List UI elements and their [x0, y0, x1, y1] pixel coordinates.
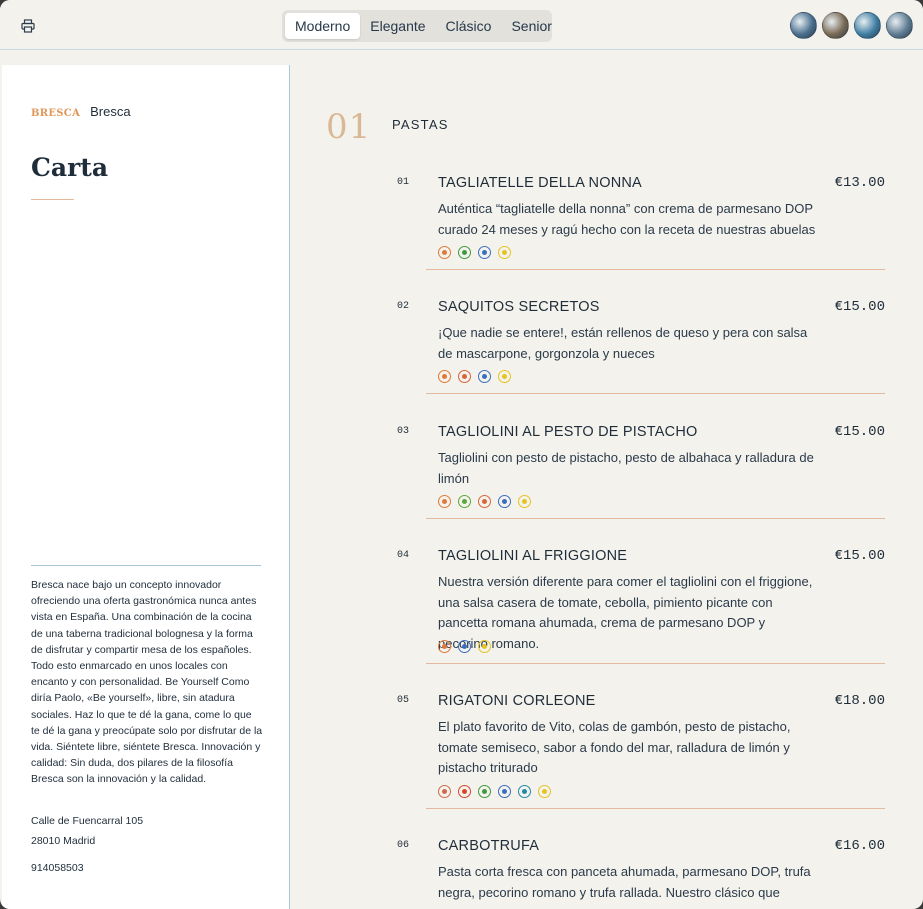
allergen-icons: [438, 370, 511, 383]
sidebar: BRESCA Bresca Carta Bresca nace bajo un …: [2, 65, 290, 909]
item-price: €18.00: [834, 693, 885, 709]
item-divider: [426, 662, 885, 664]
tab-moderno[interactable]: Moderno: [285, 13, 361, 39]
item-description: ¡Que nadie se entere!, están rellenos de…: [438, 325, 808, 361]
allergen-icon: [458, 784, 471, 798]
item-number: 05: [397, 695, 410, 706]
item-description: Nuestra versión diferente para comer el …: [438, 574, 813, 651]
item-description: Auténtica “tagliatelle della nonna” con …: [438, 201, 816, 237]
allergen-icons: [438, 639, 491, 653]
allergen-icon: [498, 246, 511, 259]
theme-swatch-4[interactable]: [886, 12, 913, 39]
allergen-icon: [518, 784, 531, 798]
printer-icon: [21, 19, 35, 33]
item-name: TAGLIOLINI AL PESTO DE PISTACHO: [438, 424, 698, 440]
title-divider: [31, 199, 74, 200]
brand-logo: BRESCA: [31, 108, 81, 119]
print-button[interactable]: [16, 15, 40, 37]
item-divider: [426, 518, 885, 519]
theme-swatch-2[interactable]: [822, 12, 849, 39]
item-number: 01: [397, 177, 410, 188]
allergen-icon: [478, 639, 491, 653]
item-number: 04: [397, 550, 410, 561]
item-description: Tagliolini con pesto de pistacho, pesto …: [438, 450, 814, 486]
allergen-icon: [478, 370, 491, 383]
item-price: €15.00: [834, 424, 885, 440]
allergen-icons: [438, 784, 551, 798]
allergen-icon: [498, 370, 511, 383]
item-description: El plato favorito de Vito, colas de gamb…: [438, 719, 791, 775]
allergen-icon: [438, 784, 451, 798]
address-line1: Calle de Fuencarral 105: [31, 815, 144, 827]
section-number: 01: [326, 107, 372, 147]
item-number: 03: [397, 426, 410, 437]
item-name: RIGATONI CORLEONE: [438, 693, 596, 709]
item-name: CARBOTRUFA: [438, 838, 540, 854]
section-title: PASTAS: [392, 117, 449, 132]
tab-elegante[interactable]: Elegante: [360, 13, 435, 39]
theme-swatch-1[interactable]: [790, 12, 817, 39]
item-divider: [426, 269, 885, 270]
allergen-icon: [438, 495, 451, 508]
allergen-icon: [458, 246, 471, 259]
item-description: Pasta corta fresca con panceta ahumada, …: [438, 864, 811, 909]
allergen-icons: [438, 495, 531, 508]
allergen-icon: [478, 246, 491, 259]
item-number: 02: [397, 301, 410, 312]
item-price: €16.00: [834, 838, 885, 854]
toolbar: Moderno Elegante Clásico Senior: [0, 0, 923, 50]
tab-clasico[interactable]: Clásico: [436, 13, 502, 39]
item-divider: [426, 393, 885, 394]
item-number: 06: [397, 840, 410, 851]
allergen-icon: [438, 639, 451, 653]
item-price: €15.00: [834, 548, 885, 564]
allergen-icon: [458, 639, 471, 653]
item-name: TAGLIATELLE DELLA NONNA: [438, 175, 642, 191]
allergen-icon: [478, 495, 491, 508]
allergen-icon: [498, 784, 511, 798]
tab-senior[interactable]: Senior: [501, 13, 561, 39]
menu-content: 01 PASTAS 01 TAGLIATELLE DELLA NONNA €13.0…: [291, 51, 923, 909]
item-divider: [426, 807, 885, 809]
phone-number: 914058503: [31, 862, 84, 874]
item-price: €13.00: [834, 175, 885, 191]
about-text: Bresca nace bajo un concepto innovador o…: [31, 579, 263, 786]
allergen-icons: [438, 246, 511, 259]
brand-name: Bresca: [90, 104, 131, 119]
address-line2: 28010 Madrid: [31, 835, 96, 847]
about-divider: [31, 565, 261, 566]
item-price: €15.00: [834, 299, 885, 315]
item-name: SAQUITOS SECRETOS: [438, 299, 600, 315]
style-tabs: Moderno Elegante Clásico Senior: [282, 10, 552, 42]
allergen-icon: [438, 370, 451, 383]
allergen-icon: [458, 495, 471, 508]
theme-swatch-3[interactable]: [854, 12, 881, 39]
allergen-icon: [518, 495, 531, 508]
allergen-icon: [498, 495, 511, 508]
allergen-icon: [538, 784, 551, 798]
app-window: Moderno Elegante Clásico Senior BRESCA B…: [0, 0, 923, 909]
theme-swatches: [790, 12, 913, 39]
allergen-icon: [438, 246, 451, 259]
page-title: Carta: [31, 153, 109, 182]
brand: BRESCA Bresca: [31, 104, 131, 119]
allergen-icon: [478, 784, 491, 798]
item-name: TAGLIOLINI AL FRIGGIONE: [438, 548, 628, 564]
allergen-icon: [458, 370, 471, 383]
